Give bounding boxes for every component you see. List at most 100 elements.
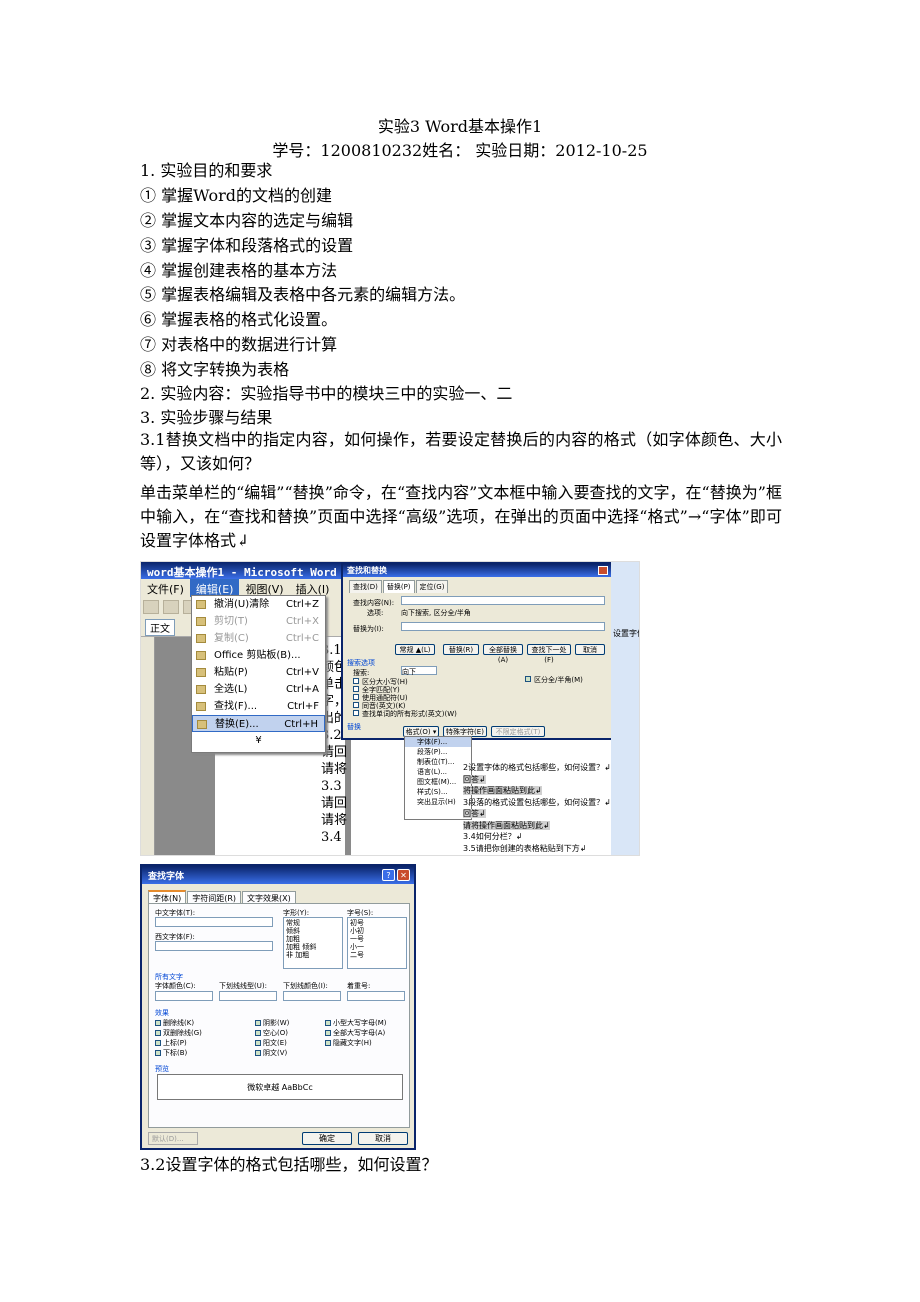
font-size-option[interactable]: 小一 (350, 943, 404, 951)
replace-button[interactable]: 替换(R) (443, 644, 479, 655)
effect-checkbox[interactable]: 全部大写字母(A) (325, 1028, 385, 1038)
close-icon[interactable] (598, 566, 608, 575)
body-line: ③ 掌握字体和段落格式的设置 (140, 236, 354, 255)
emphasis-select[interactable] (347, 991, 405, 1001)
effect-label: 上标(P) (163, 1039, 187, 1047)
dialog-tab[interactable]: 查找(D) (349, 580, 382, 593)
no-formatting-button[interactable]: 不限定格式(T) (491, 726, 545, 737)
underline-color-select[interactable] (283, 991, 341, 1001)
format-submenu-item[interactable]: 语言(L)... (405, 767, 471, 777)
menu-item-label: 撤消(U)清除 (214, 599, 270, 610)
effect-label: 阴文(V) (263, 1049, 288, 1057)
menu-item-label: Office 剪贴板(B)... (214, 650, 301, 661)
menu-item-shortcut: Ctrl+X (285, 616, 319, 627)
replace-input[interactable] (401, 622, 605, 631)
effect-label: 隐藏文字(H) (333, 1039, 372, 1047)
search-checkbox[interactable] (353, 678, 359, 684)
format-submenu-item[interactable]: 字体(F)... (405, 737, 471, 747)
underline-select[interactable] (219, 991, 277, 1001)
menu-item-label: 复制(C) (214, 633, 249, 644)
effect-checkbox[interactable]: 阴影(W) (255, 1018, 289, 1028)
effect-checkbox[interactable]: 上标(P) (155, 1038, 187, 1048)
menu-item-icon (196, 617, 206, 626)
body-line: ⑥ 掌握表格的格式化设置。 (140, 310, 338, 329)
font-style-option[interactable]: 常规 (286, 919, 340, 927)
font-preview: 微软卓越 AaBbCc (157, 1074, 403, 1100)
edit-menu-item[interactable]: 替换(E)... Ctrl+H (192, 715, 325, 732)
emphasis-label: 着重号: (347, 982, 371, 990)
edit-menu-item[interactable]: 剪切(T) Ctrl+X (192, 613, 325, 630)
search-options-label: 搜索选项 (347, 659, 375, 667)
format-submenu-item[interactable]: 段落(P)... (405, 747, 471, 757)
menu-item[interactable]: 文件(F) (141, 579, 190, 599)
cancel-button[interactable]: 取消 (575, 644, 605, 655)
font-size-list[interactable]: 初号 小初 一号 小一 二号 (347, 917, 407, 969)
font-style-option[interactable]: 非 加粗 (286, 951, 340, 959)
style-select[interactable]: 正文 (145, 619, 175, 636)
replace-all-button[interactable]: 全部替换(A) (483, 644, 523, 664)
font-size-option[interactable]: 小初 (350, 927, 404, 935)
effect-checkbox[interactable]: 下标(B) (155, 1048, 187, 1058)
halfwidth-checkbox[interactable] (525, 676, 531, 682)
ok-button[interactable]: 确定 (302, 1132, 352, 1145)
effect-checkbox[interactable]: 隐藏文字(H) (325, 1038, 372, 1048)
doc-note: 2设置字体的格式包括哪些，如何设置？↲ (463, 762, 611, 774)
cn-font-select[interactable] (155, 917, 273, 927)
effect-label: 双删除线(G) (163, 1029, 202, 1037)
edit-menu-item[interactable]: 复制(C) Ctrl+C (192, 630, 325, 647)
body-line: ② 掌握文本内容的选定与编辑 (140, 211, 354, 230)
effect-checkbox[interactable]: 阴文(V) (255, 1048, 287, 1058)
effect-checkbox[interactable]: 删除线(K) (155, 1018, 194, 1028)
format-submenu-item[interactable]: 样式(S)... (405, 787, 471, 797)
font-size-option[interactable]: 初号 (350, 919, 404, 927)
checkbox-icon (155, 1020, 161, 1026)
find-input[interactable] (401, 596, 605, 605)
find-next-button[interactable]: 查找下一处(F) (527, 644, 571, 664)
document-page: 实验3 Word基本操作1 学号：1200810232姓名： 实验日期：2012… (0, 0, 920, 1302)
open-icon[interactable] (163, 600, 179, 614)
west-font-select[interactable] (155, 941, 273, 951)
format-submenu-item[interactable]: 图文框(M)... (405, 777, 471, 787)
effect-checkbox[interactable]: 双删除线(G) (155, 1028, 202, 1038)
checkbox-icon (325, 1020, 331, 1026)
dialog-tab[interactable]: 替换(P) (382, 580, 415, 593)
default-button[interactable]: 默认(D)... (148, 1132, 198, 1145)
edit-menu-item[interactable]: 粘贴(P) Ctrl+V (192, 664, 325, 681)
close-icon[interactable]: ✕ (397, 869, 410, 881)
dialog-tab[interactable]: 定位(G) (415, 580, 449, 593)
edit-menu-item[interactable]: 全选(L) Ctrl+A (192, 681, 325, 698)
effect-checkbox[interactable]: 空心(O) (255, 1028, 288, 1038)
less-button[interactable]: 常规 ▲(L) (395, 644, 435, 655)
edit-menu-item[interactable]: Office 剪贴板(B)... (192, 647, 325, 664)
doc-note: 3段落的格式设置包括哪些，如何设置？↲ (463, 797, 611, 809)
cancel-button[interactable]: 取消 (358, 1132, 408, 1145)
font-style-list[interactable]: 常规 倾斜 加粗 加粗 倾斜非 加粗 (283, 917, 343, 969)
edit-menu-item[interactable]: 查找(F)... Ctrl+F (192, 698, 325, 715)
help-icon[interactable]: ? (382, 869, 395, 881)
chevron-down-icon[interactable]: ¥ (192, 732, 325, 749)
format-submenu-item[interactable]: 制表位(T)... (405, 757, 471, 767)
search-direction-select[interactable]: 向下 (401, 666, 437, 676)
search-checkbox[interactable] (353, 702, 359, 708)
body-line: ① 掌握Word的文档的创建 (140, 186, 332, 205)
effect-label: 阴影(W) (263, 1019, 290, 1027)
effect-checkbox[interactable]: 小型大写字母(M) (325, 1018, 387, 1028)
format-submenu-item[interactable]: 突出显示(H) (405, 797, 471, 807)
body-line: ④ 掌握创建表格的基本方法 (140, 261, 338, 280)
effect-label: 全部大写字母(A) (333, 1029, 386, 1037)
color-select[interactable] (155, 991, 213, 1001)
font-size-option[interactable]: 二号 (350, 951, 404, 959)
search-checkbox[interactable] (353, 694, 359, 700)
doc-note-text: 3.5请把你创建的表格粘贴到下方↲ (463, 843, 587, 853)
doc-note-text: 回答↲ (463, 774, 486, 784)
effect-checkbox[interactable]: 阳文(E) (255, 1038, 287, 1048)
font-size-option[interactable]: 一号 (350, 935, 404, 943)
font-style-option[interactable]: 加粗 倾斜 (286, 943, 340, 951)
font-style-option[interactable]: 倾斜 (286, 927, 340, 935)
edit-menu-item[interactable]: 撤消(U)清除 Ctrl+Z (192, 596, 325, 613)
search-checkbox[interactable] (353, 686, 359, 692)
answer-3-1: 单击菜单栏的“编辑”“替换”命令，在“查找内容”文本框中输入要查找的文字，在“替… (140, 483, 782, 550)
font-style-option[interactable]: 加粗 (286, 935, 340, 943)
new-icon[interactable] (143, 600, 159, 614)
search-checkbox[interactable] (353, 710, 359, 716)
